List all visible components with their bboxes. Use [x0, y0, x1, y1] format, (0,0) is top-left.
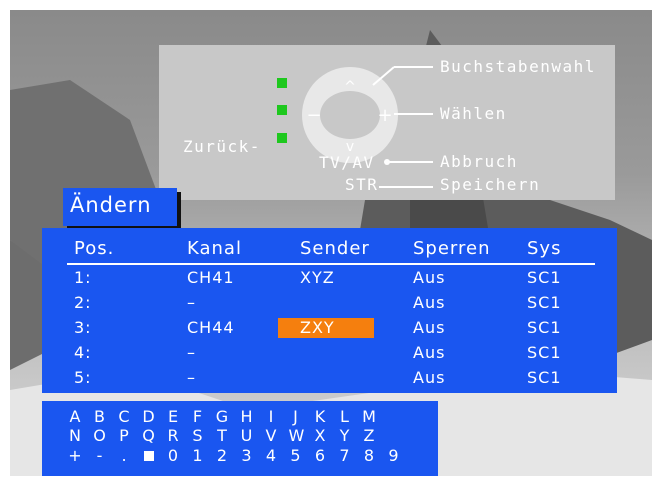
character-keyboard: ABCDEFGHIJKLM NOPQRSTUVWXYZ + -. 0 1 2 3 4 5 6 7 8… — [42, 401, 438, 476]
row-sperren[interactable]: Aus — [413, 343, 445, 362]
hint-tv-av: TV/AV — [319, 153, 375, 172]
hint-back: Zurück- — [183, 137, 261, 156]
row-kanal: CH41 — [187, 268, 235, 287]
table-row[interactable]: 1: CH41 XYZ Aus SC1 — [42, 268, 617, 292]
keyboard-key[interactable]: U — [240, 426, 254, 445]
hint-str: STR — [345, 175, 379, 194]
keyboard-key[interactable]: B — [93, 407, 107, 426]
remote-help-panel: ^ v − + Buchstabenwahl Wählen Zurück- TV… — [159, 45, 615, 200]
dialog-title-text: Ändern — [70, 193, 152, 217]
row-pos: 1: — [74, 268, 92, 287]
row-pos: 5: — [74, 368, 92, 387]
keyboard-key[interactable]: 8 — [362, 446, 376, 465]
row-sys[interactable]: SC1 — [527, 318, 562, 337]
channel-table: Pos. Kanal Sender Sperren Sys 1: CH41 XY… — [42, 228, 617, 393]
tv-screen: ^ v − + Buchstabenwahl Wählen Zurück- TV… — [10, 10, 652, 476]
keyboard-key[interactable]: 0 — [166, 446, 180, 465]
keyboard-key[interactable]: T — [215, 426, 229, 445]
header-divider — [67, 263, 595, 265]
keyboard-key[interactable]: 2 — [215, 446, 229, 465]
row-kanal: CH44 — [187, 318, 235, 337]
keyboard-key[interactable]: A — [68, 407, 82, 426]
row-sys[interactable]: SC1 — [527, 268, 562, 287]
row-sys[interactable]: SC1 — [527, 343, 562, 362]
keyboard-key[interactable]: H — [240, 407, 254, 426]
col-sender: Sender — [300, 238, 370, 259]
keyboard-key[interactable]: V — [264, 426, 278, 445]
keyboard-key[interactable]: 5 — [289, 446, 303, 465]
keyboard-key[interactable]: - — [93, 446, 107, 465]
table-header: Pos. Kanal Sender Sperren Sys — [42, 238, 617, 262]
row-sender-selected[interactable]: ZXY — [300, 318, 335, 337]
keyboard-key[interactable]: . — [117, 446, 131, 465]
keyboard-key[interactable]: R — [166, 426, 180, 445]
row-sys[interactable]: SC1 — [527, 368, 562, 387]
space-key-block[interactable] — [143, 451, 154, 461]
keyboard-key[interactable]: Y — [338, 426, 352, 445]
keyboard-key[interactable]: P — [117, 426, 131, 445]
keyboard-key[interactable]: 1 — [191, 446, 205, 465]
row-kanal: – — [187, 293, 196, 312]
keyboard-key[interactable]: C — [117, 407, 131, 426]
row-sys[interactable]: SC1 — [527, 293, 562, 312]
table-row[interactable]: 2: – Aus SC1 — [42, 293, 617, 317]
keyboard-key[interactable]: M — [362, 407, 376, 426]
row-sperren[interactable]: Aus — [413, 293, 445, 312]
keyboard-key[interactable]: 3 — [240, 446, 254, 465]
keyboard-key[interactable]: S — [191, 426, 205, 445]
keyboard-key[interactable]: D — [142, 407, 156, 426]
table-row[interactable]: 5: – Aus SC1 — [42, 368, 617, 392]
table-row[interactable]: 4: – Aus SC1 — [42, 343, 617, 367]
col-sperren: Sperren — [413, 238, 491, 259]
keyboard-key[interactable]: N — [68, 426, 82, 445]
keyboard-key[interactable]: + — [68, 446, 82, 465]
table-row[interactable]: 3: CH44 ZXY Aus SC1 — [42, 318, 617, 342]
minus-icon: − — [306, 105, 321, 126]
row-sperren[interactable]: Aus — [413, 318, 445, 337]
hint-save: Speichern — [440, 175, 541, 194]
keyboard-key[interactable]: K — [313, 407, 327, 426]
keyboard-key[interactable]: J — [289, 407, 303, 426]
row-pos: 2: — [74, 293, 92, 312]
keyboard-key[interactable]: 7 — [338, 446, 352, 465]
row-sperren[interactable]: Aus — [413, 268, 445, 287]
col-pos: Pos. — [74, 238, 115, 259]
keyboard-key[interactable]: L — [338, 407, 352, 426]
row-sperren[interactable]: Aus — [413, 368, 445, 387]
col-sys: Sys — [527, 238, 562, 259]
keyboard-key[interactable]: E — [166, 407, 180, 426]
hint-letter-select: Buchstabenwahl — [440, 57, 596, 76]
keyboard-key[interactable]: 4 — [264, 446, 278, 465]
keyboard-key[interactable]: W — [289, 426, 305, 445]
keyboard-key[interactable]: Z — [362, 426, 376, 445]
plus-icon: + — [377, 105, 392, 126]
keyboard-key[interactable]: F — [191, 407, 205, 426]
keyboard-key[interactable]: 6 — [313, 446, 327, 465]
keyboard-key[interactable]: X — [313, 426, 327, 445]
row-kanal: – — [187, 368, 196, 387]
row-sender[interactable]: XYZ — [300, 268, 335, 287]
dialog-title: Ändern — [63, 188, 177, 226]
row-pos: 3: — [74, 318, 92, 337]
row-pos: 4: — [74, 343, 92, 362]
keyboard-key[interactable]: 9 — [387, 446, 401, 465]
hint-select: Wählen — [440, 104, 507, 123]
col-kanal: Kanal — [187, 238, 242, 259]
keyboard-key[interactable]: O — [93, 426, 107, 445]
row-kanal: – — [187, 343, 196, 362]
keyboard-key[interactable]: Q — [142, 426, 156, 445]
hint-cancel: Abbruch — [440, 152, 518, 171]
up-arrow-icon: ^ — [344, 79, 356, 95]
keyboard-key[interactable]: I — [264, 407, 278, 426]
keyboard-key[interactable]: G — [215, 407, 229, 426]
